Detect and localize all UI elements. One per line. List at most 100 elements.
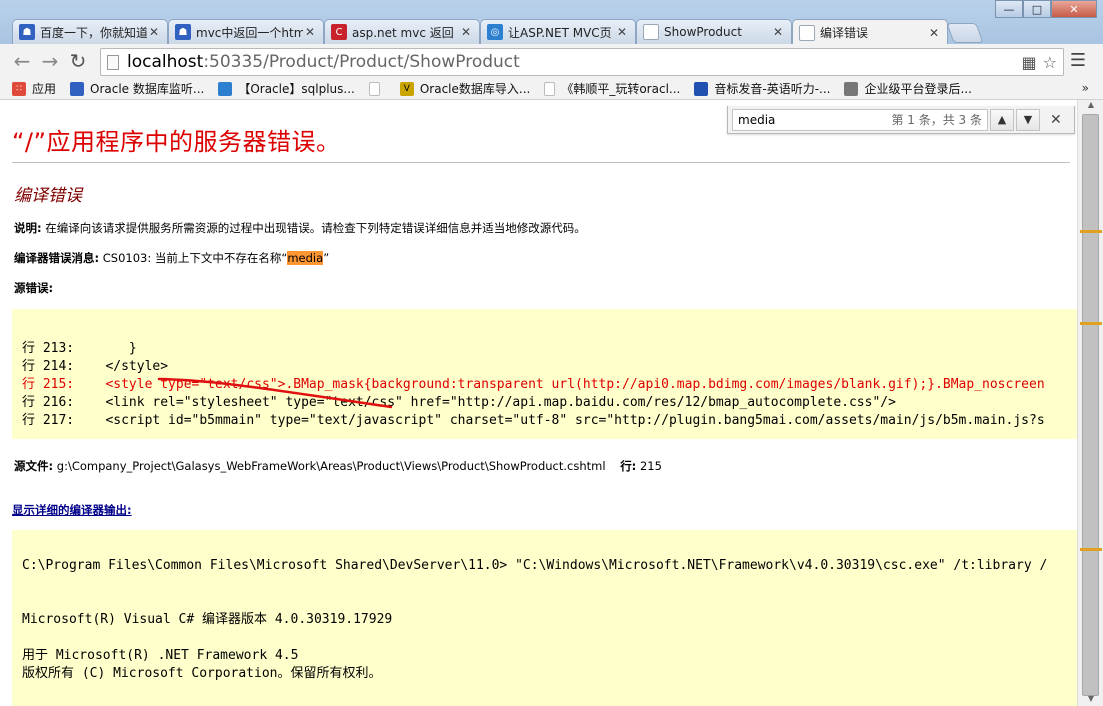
find-previous-button[interactable]: ▲ bbox=[990, 108, 1014, 131]
find-next-button[interactable]: ▼ bbox=[1016, 108, 1040, 131]
page-icon bbox=[107, 54, 119, 70]
bookmark-item[interactable]: ∷ 应用 bbox=[12, 80, 56, 97]
tab-4[interactable]: ShowProduct ✕ bbox=[636, 19, 792, 44]
vertical-scrollbar[interactable]: ▲ ▼ bbox=[1077, 100, 1103, 706]
output-line: Microsoft(R) Visual C# 编译器版本 4.0.30319.1… bbox=[22, 612, 393, 627]
tab-title: asp.net mvc 返回 bbox=[352, 25, 454, 40]
code-line: 行 213: } bbox=[22, 341, 137, 356]
tab-close-icon[interactable]: ✕ bbox=[771, 25, 785, 39]
bookmark-item[interactable]: 音标发音-英语听力-... bbox=[694, 80, 830, 97]
bookmark-item[interactable] bbox=[368, 81, 386, 96]
bookmark-item[interactable]: V Oracle数据库导入... bbox=[399, 80, 531, 97]
compiler-error-text: CS0103: 当前上下文中不存在名称“ bbox=[99, 251, 288, 265]
url-path: :50335/Product/Product/ShowProduct bbox=[203, 52, 520, 72]
back-button[interactable]: ← bbox=[8, 47, 36, 75]
find-count: 第 1 条，共 3 条 bbox=[891, 113, 982, 127]
tab-0[interactable]: ☗ 百度一下，你就知道 ✕ bbox=[12, 19, 168, 44]
bookmark-label: 《韩顺平_玩转oracl... bbox=[561, 82, 681, 96]
page-icon bbox=[799, 24, 815, 41]
csdn-c-icon: C bbox=[331, 24, 347, 40]
show-detailed-output-link[interactable]: 显示详细的编译器输出: bbox=[12, 502, 132, 518]
find-highlight: media bbox=[287, 251, 324, 265]
description: 说明: 在编译向该请求提供服务所需资源的过程中出现错误。请检查下列特定错误详细信… bbox=[14, 220, 586, 236]
tab-close-icon[interactable]: ✕ bbox=[147, 25, 161, 39]
baidu-paw-icon bbox=[70, 81, 85, 96]
compiler-output-block: C:\Program Files\Common Files\Microsoft … bbox=[12, 530, 1077, 706]
scroll-thumb[interactable] bbox=[1082, 114, 1099, 696]
baidu-paw-icon: ☗ bbox=[19, 24, 35, 40]
bookmark-label: Oracle 数据库监听... bbox=[90, 82, 205, 96]
tab-close-icon[interactable]: ✕ bbox=[927, 26, 941, 40]
page-icon bbox=[643, 24, 659, 40]
bookmark-label: Oracle数据库导入... bbox=[419, 82, 531, 96]
find-match-marker bbox=[1080, 230, 1102, 233]
tab-3[interactable]: ◎ 让ASP.NET MVC页 ✕ bbox=[480, 19, 636, 44]
tab-5[interactable]: 编译错误 ✕ bbox=[792, 19, 948, 45]
description-text: 在编译向该请求提供服务所需资源的过程中出现错误。请检查下列特定错误详细信息并适当… bbox=[41, 221, 586, 235]
line-number: 215 bbox=[636, 459, 662, 473]
page-icon bbox=[544, 81, 556, 96]
find-close-icon[interactable]: ✕ bbox=[1050, 112, 1062, 128]
page-title: “/”应用程序中的服务器错误。 bbox=[12, 128, 341, 156]
section-title: 编译错误 bbox=[14, 186, 82, 206]
window-controls: — □ ✕ bbox=[995, 0, 1097, 18]
bookmark-item[interactable]: 《韩顺平_玩转oracl... bbox=[544, 80, 680, 97]
bookmark-label: 应用 bbox=[32, 82, 57, 96]
find-match-marker bbox=[1080, 548, 1102, 551]
maximize-button[interactable]: □ bbox=[1023, 0, 1051, 18]
star-bookmark-icon[interactable]: ☆ bbox=[1043, 53, 1057, 72]
minimize-button[interactable]: — bbox=[995, 0, 1023, 18]
source-file-label: 源文件: bbox=[14, 459, 54, 473]
source-error-label: 源错误: bbox=[14, 281, 54, 295]
output-line: 用于 Microsoft(R) .NET Framework 4.5 bbox=[22, 648, 299, 663]
globe-icon bbox=[218, 81, 233, 96]
tab-title: 编译错误 bbox=[820, 26, 869, 40]
browser-toolbar: ← → ↻ localhost:50335/Product/Product/Sh… bbox=[0, 44, 1103, 78]
globe-icon bbox=[844, 81, 859, 96]
output-line: 版权所有 (C) Microsoft Corporation。保留所有权利。 bbox=[22, 666, 382, 681]
bookmark-item[interactable]: 企业级平台登录后... bbox=[844, 80, 972, 97]
find-input[interactable]: media 第 1 条，共 3 条 bbox=[732, 108, 988, 131]
tab-title: 让ASP.NET MVC页 bbox=[508, 25, 612, 40]
compiler-error-message: 编译器错误消息: CS0103: 当前上下文中不存在名称“media” bbox=[14, 250, 329, 266]
tab-title: ShowProduct bbox=[664, 25, 742, 39]
tab-close-icon[interactable]: ✕ bbox=[303, 25, 317, 39]
close-window-button[interactable]: ✕ bbox=[1051, 0, 1097, 18]
url-host: localhost bbox=[127, 52, 204, 72]
description-label: 说明: bbox=[14, 221, 42, 235]
tab-2[interactable]: Casp.net mvc 返回 ✕ bbox=[324, 19, 480, 44]
forward-button[interactable]: → bbox=[36, 47, 64, 75]
tab-close-icon[interactable]: ✕ bbox=[459, 25, 473, 39]
scroll-down-icon[interactable]: ▼ bbox=[1078, 694, 1103, 706]
find-bar: media 第 1 条，共 3 条 ▲ ▼ ✕ bbox=[727, 106, 1075, 134]
new-tab-button[interactable] bbox=[946, 23, 984, 43]
find-query: media bbox=[738, 112, 776, 127]
bookmarks-overflow-icon[interactable]: » bbox=[1082, 81, 1089, 95]
tab-close-icon[interactable]: ✕ bbox=[615, 25, 629, 39]
find-match-marker bbox=[1080, 322, 1102, 325]
bookmark-label: 音标发音-英语听力-... bbox=[714, 82, 831, 96]
source-file-path: g:\Company_Project\Galasys_WebFrameWork\… bbox=[53, 459, 606, 473]
menu-icon[interactable]: ☰ bbox=[1068, 50, 1088, 71]
tab-title: mvc中返回一个htm bbox=[196, 25, 303, 40]
bookmark-item[interactable]: 【Oracle】sqlplus... bbox=[218, 80, 355, 97]
code-line: 行 217: <script id="b5mmain" type="text/j… bbox=[22, 413, 1045, 428]
baidu-paw-icon: ☗ bbox=[175, 24, 191, 40]
apps-grid-icon: ∷ bbox=[12, 81, 26, 96]
v-logo-icon: V bbox=[399, 81, 414, 96]
tab-1[interactable]: ☗ mvc中返回一个htm ✕ bbox=[168, 19, 324, 44]
translate-icon[interactable]: ▦ bbox=[1022, 53, 1037, 72]
tab-title: 百度一下，你就知道 bbox=[40, 25, 147, 40]
bookmark-icon bbox=[694, 81, 709, 96]
reload-button[interactable]: ↻ bbox=[64, 47, 92, 75]
address-bar[interactable]: localhost:50335/Product/Product/ShowProd… bbox=[100, 48, 1064, 76]
compiler-error-end: ” bbox=[323, 251, 330, 265]
bookmark-label: 企业级平台登录后... bbox=[864, 82, 972, 96]
globe-icon: ◎ bbox=[487, 24, 503, 40]
divider bbox=[12, 162, 1070, 163]
scroll-up-icon[interactable]: ▲ bbox=[1078, 100, 1103, 114]
window-titlebar: ☗ 百度一下，你就知道 ✕ ☗ mvc中返回一个htm ✕ Casp.net mvc 返回 ✕… bbox=[0, 0, 1103, 45]
bookmark-item[interactable]: Oracle 数据库监听... bbox=[70, 80, 204, 97]
